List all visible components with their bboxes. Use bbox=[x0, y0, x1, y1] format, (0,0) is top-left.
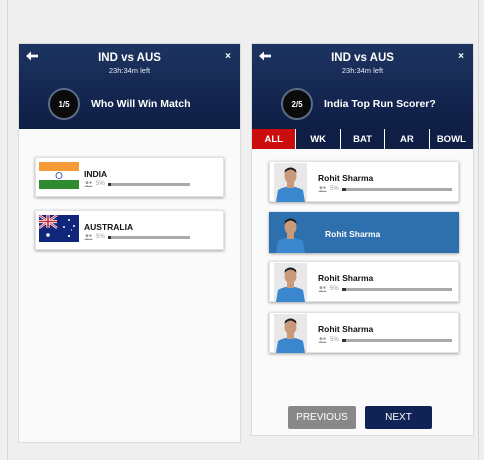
users-icon bbox=[318, 186, 327, 192]
tab-wk[interactable]: WK bbox=[296, 129, 341, 149]
player-name: Rohit Sharma bbox=[318, 173, 374, 183]
match-title: IND vs AUS bbox=[98, 52, 161, 64]
vote-percent: 5% bbox=[330, 186, 339, 192]
time-left: 23h:34m left bbox=[108, 66, 151, 75]
users-icon bbox=[84, 234, 93, 240]
vote-percent: 5% bbox=[330, 286, 339, 292]
player-photo bbox=[274, 163, 307, 202]
player-photo bbox=[274, 214, 307, 253]
vote-stat: 5% bbox=[318, 186, 452, 192]
match-title: IND vs AUS bbox=[331, 52, 394, 64]
close-icon[interactable]: × bbox=[225, 52, 231, 62]
player-photo bbox=[274, 263, 307, 302]
team-name: AUSTRALIA bbox=[84, 222, 134, 232]
question-text: India Top Run Scorer? bbox=[324, 98, 436, 110]
question-number-badge: 2/5 bbox=[281, 88, 313, 120]
previous-button[interactable]: PREVIOUS bbox=[288, 406, 356, 429]
time-left: 23h:34m left bbox=[341, 66, 384, 75]
vote-bar-fill bbox=[107, 182, 111, 186]
question-text: Who Will Win Match bbox=[91, 98, 191, 110]
role-filter-tabs: ALL WK BAT AR BOWL bbox=[252, 129, 473, 149]
tab-ar[interactable]: AR bbox=[385, 129, 430, 149]
vote-bar bbox=[341, 287, 452, 291]
vote-bar bbox=[341, 338, 452, 342]
tab-bowl[interactable]: BOWL bbox=[430, 129, 473, 149]
users-icon bbox=[84, 181, 93, 187]
vote-bar-fill bbox=[341, 338, 347, 342]
tab-bat[interactable]: BAT bbox=[341, 129, 386, 149]
vote-bar bbox=[341, 187, 452, 191]
background-divider bbox=[7, 0, 8, 460]
team-name: INDIA bbox=[84, 169, 108, 179]
player-name: Rohit Sharma bbox=[318, 273, 374, 283]
tab-all[interactable]: ALL bbox=[252, 129, 297, 149]
vote-percent: 5% bbox=[96, 234, 105, 240]
player-photo bbox=[274, 314, 307, 353]
background-divider bbox=[478, 0, 479, 460]
india-flag-icon bbox=[39, 162, 79, 189]
match-winner-panel: IND vs AUS 23h:34m left × 1/5 Who Will W… bbox=[18, 43, 241, 443]
player-name: Rohit Sharma bbox=[318, 324, 374, 334]
vote-stat: 5% bbox=[84, 234, 190, 240]
vote-bar bbox=[107, 235, 190, 239]
team-option-india[interactable]: INDIA 5% bbox=[35, 157, 224, 197]
vote-percent: 5% bbox=[330, 337, 339, 343]
question-number-badge: 1/5 bbox=[48, 88, 80, 120]
player-name: Rohit Sharma bbox=[325, 229, 381, 239]
player-option-selected[interactable]: Rohit Sharma bbox=[269, 212, 459, 253]
vote-stat: 5% bbox=[318, 337, 452, 343]
vote-stat: 5% bbox=[318, 286, 452, 292]
vote-bar bbox=[107, 182, 190, 186]
close-icon[interactable]: × bbox=[458, 52, 464, 62]
player-option[interactable]: Rohit Sharma 5% bbox=[269, 312, 459, 353]
next-button[interactable]: NEXT bbox=[365, 406, 432, 429]
player-option[interactable]: Rohit Sharma 5% bbox=[269, 261, 459, 302]
team-option-australia[interactable]: AUSTRALIA 5% bbox=[35, 210, 224, 250]
panel-header: IND vs AUS 23h:34m left × 1/5 Who Will W… bbox=[19, 44, 240, 129]
vote-stat: 5% bbox=[84, 181, 190, 187]
vote-bar-fill bbox=[107, 235, 111, 239]
vote-bar-fill bbox=[341, 187, 347, 191]
users-icon bbox=[318, 286, 327, 292]
player-option[interactable]: Rohit Sharma 5% bbox=[269, 161, 459, 202]
australia-flag-icon bbox=[39, 215, 79, 242]
panel-header: IND vs AUS 23h:34m left × 2/5 India Top … bbox=[252, 44, 473, 129]
vote-percent: 5% bbox=[96, 181, 105, 187]
vote-bar-fill bbox=[341, 287, 347, 291]
top-run-scorer-panel: IND vs AUS 23h:34m left × 2/5 India Top … bbox=[251, 43, 474, 436]
users-icon bbox=[318, 337, 327, 343]
